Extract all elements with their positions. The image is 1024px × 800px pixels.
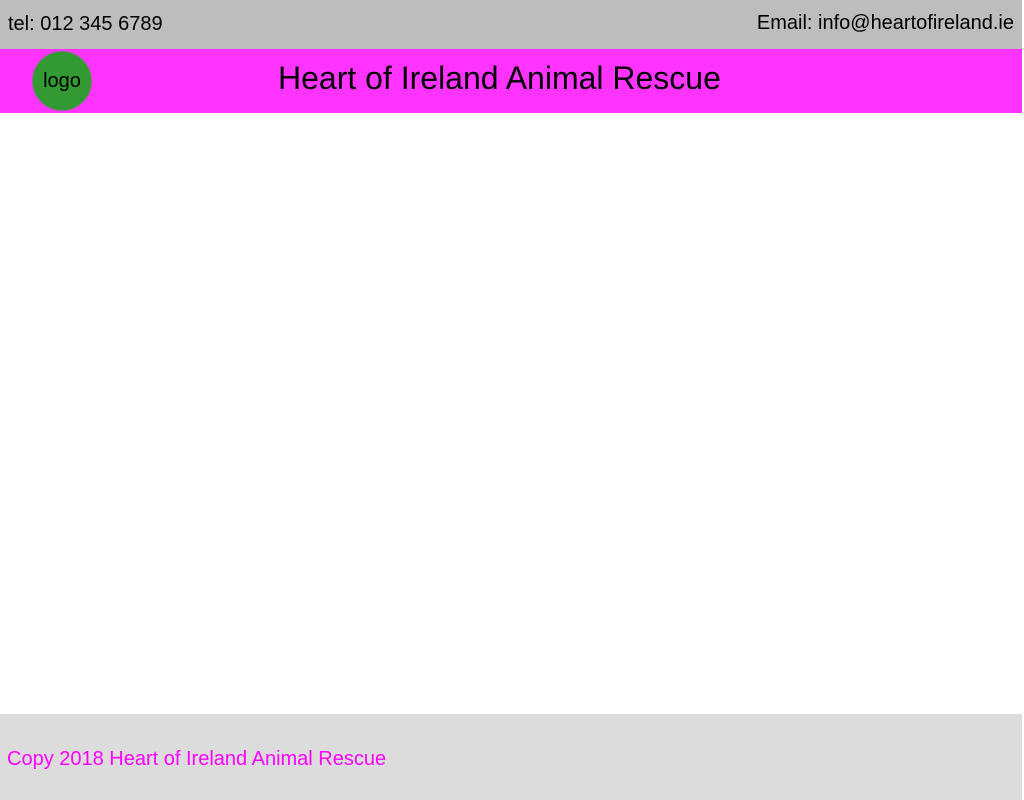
logo[interactable]: logo [32, 51, 92, 111]
page: tel: 012 345 6789 Email: info@heartofire… [0, 0, 1024, 800]
site-title: Heart of Ireland Animal Rescue [278, 60, 721, 96]
phone-number[interactable]: tel: 012 345 6789 [8, 12, 163, 36]
contact-bar: tel: 012 345 6789 Email: info@heartofire… [0, 0, 1022, 49]
site-footer: Copy 2018 Heart of Ireland Animal Rescue [0, 714, 1022, 800]
logo-label: logo [43, 70, 81, 92]
main-content [0, 113, 1022, 714]
site-header: logo Heart of Ireland Animal Rescue [0, 49, 1022, 113]
email-address[interactable]: Email: info@heartofireland.ie [757, 11, 1014, 35]
copyright-text: Copy 2018 Heart of Ireland Animal Rescue [7, 748, 387, 770]
